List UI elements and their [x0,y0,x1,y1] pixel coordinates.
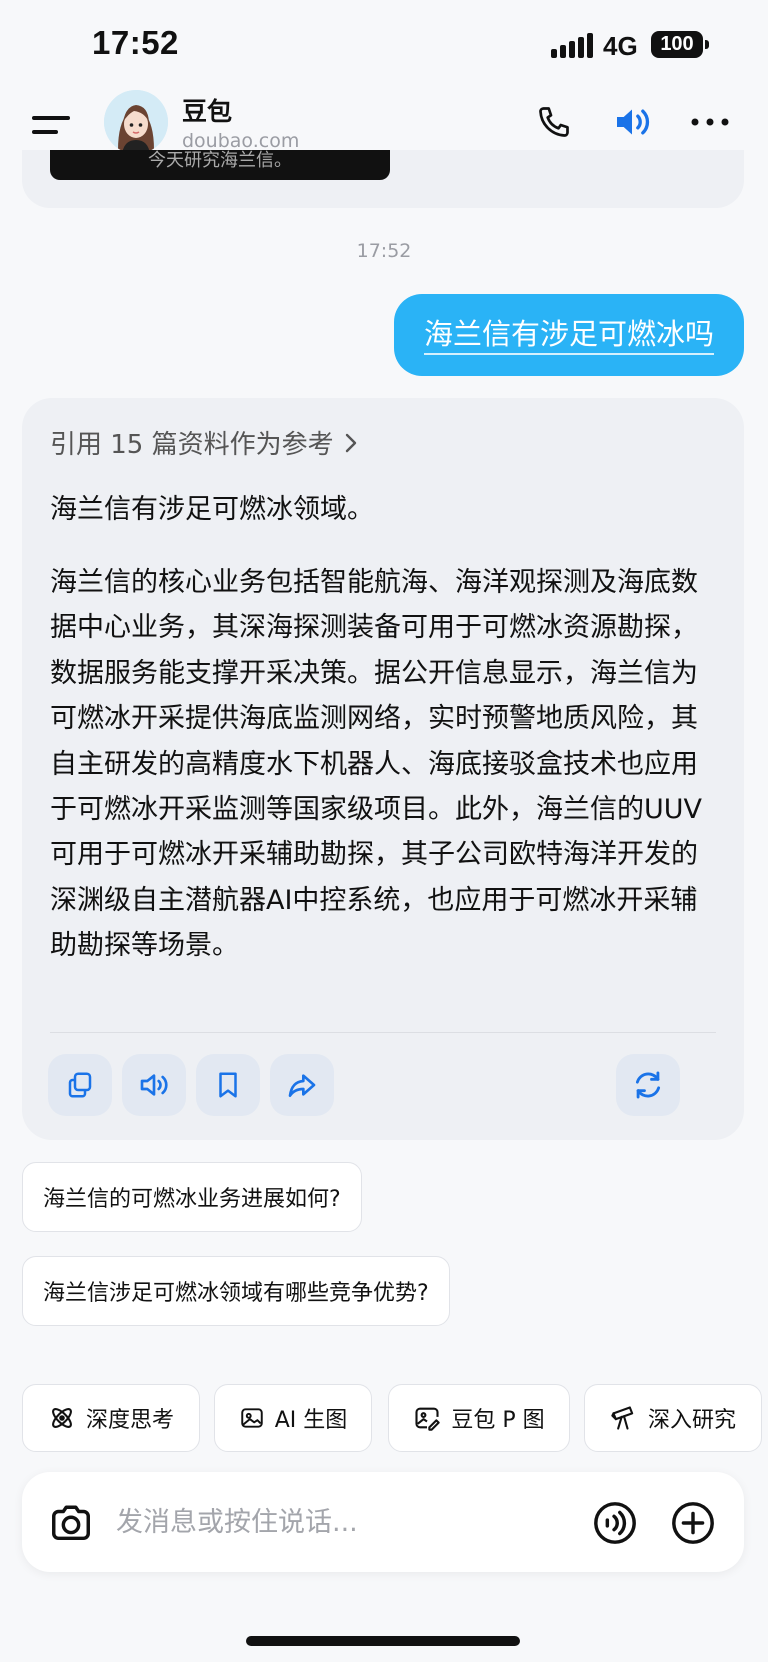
suggestion-label: 海兰信的可燃冰业务进展如何? [43,1187,341,1212]
regenerate-button[interactable] [616,1054,680,1116]
skill-label: AI 生图 [274,1408,348,1433]
skill-label: 豆包 P 图 [451,1408,545,1433]
skill-deep-thinking[interactable]: 深度思考 [22,1384,200,1452]
home-indicator[interactable] [246,1636,520,1646]
read-aloud-button[interactable] [122,1054,186,1116]
phone-icon[interactable] [532,100,576,144]
speaker-icon[interactable] [610,100,654,144]
atom-icon [52,1408,72,1428]
divider [50,1032,716,1033]
skill-ai-image[interactable]: AI 生图 [214,1384,372,1452]
camera-icon[interactable] [48,1500,94,1546]
battery-level: 100 [660,33,694,55]
bookmark-button[interactable] [196,1054,260,1116]
share-icon [288,1074,316,1097]
copy-button[interactable] [48,1054,112,1116]
regenerate-icon [635,1071,661,1099]
answer-card: 引用 15 篇资料作为参考 海兰信有涉足可燃冰领域。 海兰信的核心业务包括智能航… [22,398,744,1140]
skill-label: 深度思考 [85,1408,174,1433]
suggested-question[interactable]: 海兰信涉足可燃冰领域有哪些竞争优势? [22,1256,450,1326]
skill-label: 深入研究 [647,1408,736,1433]
copy-icon [68,1072,92,1098]
previous-caption: 今天研究海兰信。 [148,150,292,171]
chevron-right-icon [345,433,356,452]
status-bar: 17:52 4G 100 [0,0,768,90]
references-label: 引用 15 篇资料作为参考 [50,430,334,460]
telescope-icon [611,1406,634,1430]
status-time: 17:52 [92,24,179,61]
answer-paragraph: 海兰信的核心业务包括智能航海、海洋观探测及海底数据中心业务，其深海探测装备可用于… [50,567,702,962]
references-link[interactable]: 引用 15 篇资料作为参考 [50,424,358,461]
read-aloud-icon [140,1074,168,1096]
skill-deep-research[interactable]: 深入研究 [584,1384,762,1452]
message-input[interactable] [116,1496,556,1548]
skill-photo-edit[interactable]: 豆包 P 图 [388,1384,570,1452]
menu-icon[interactable] [32,112,72,142]
more-icon[interactable] [688,100,732,144]
image-icon [240,1408,263,1428]
photo-edit-icon [415,1407,441,1431]
suggested-question[interactable]: 海兰信的可燃冰业务进展如何? [22,1162,362,1232]
share-button[interactable] [270,1054,334,1116]
bot-domain: doubao.com [182,130,300,152]
previous-message-media[interactable]: 今天研究海兰信。 [50,150,390,180]
bot-name: 豆包 [182,97,233,126]
battery-icon: 100 [651,31,709,58]
message-timestamp: 17:52 [356,240,412,262]
add-icon[interactable] [670,1500,716,1546]
user-message-bubble[interactable]: 海兰信有涉足可燃冰吗 [393,294,744,376]
avatar[interactable] [104,90,168,154]
message-composer [22,1472,744,1572]
user-message-text: 海兰信有涉足可燃冰吗 [423,315,714,355]
bookmark-icon [219,1072,237,1098]
suggestion-label: 海兰信涉足可燃冰领域有哪些竞争优势? [43,1281,429,1306]
voice-input-icon[interactable] [592,1500,638,1546]
answer-paragraph: 海兰信有涉足可燃冰领域。 [50,494,374,525]
network-type: 4G [603,31,638,61]
signal-icon [551,32,593,58]
